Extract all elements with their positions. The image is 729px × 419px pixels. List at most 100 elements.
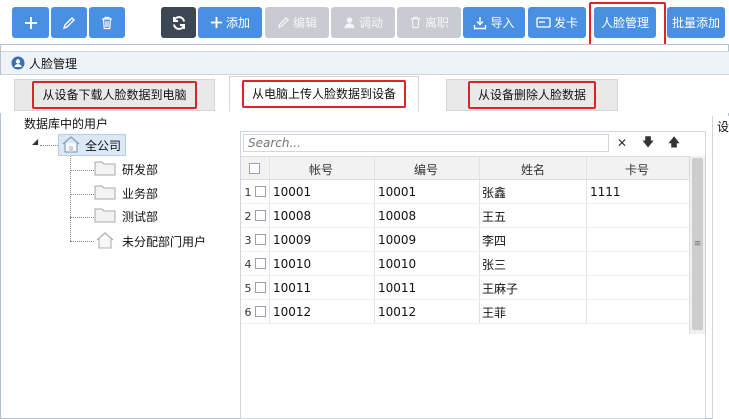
folder-icon [94,207,116,226]
row-number: 3 [244,233,252,247]
batch-add-button[interactable]: 批量添加 [667,7,725,38]
table-row[interactable]: 6 10012 10012 王菲 [241,300,689,324]
import-button[interactable]: 导入 [463,7,525,38]
cell-name: 王菲 [482,305,507,320]
transfer-button[interactable]: 调动 [331,7,395,38]
tab-bar: 从设备下载人脸数据到电脑 从电脑上传人脸数据到设备 从设备删除人脸数据 [0,75,729,113]
col-header-card[interactable]: 卡号 [586,157,688,181]
app-root: 添加 编辑 调动 离职 导入 发卡 人脸管理 批量添加 人脸管理 从设备下载人脸… [0,0,729,419]
add-label: 添加 [225,16,250,30]
users-grid: ✕ 🡇 🡅 帐号 编号 姓名 卡号 1 10001 10001 张鑫 1111 … [240,131,706,419]
col-header-account[interactable]: 帐号 [269,157,373,181]
right-panel-label: 设 [717,120,729,134]
issue-card-button[interactable]: 发卡 [528,7,586,38]
cell-account: 10001 [273,185,312,199]
cell-name: 李四 [482,233,507,248]
cell-account: 10008 [273,209,312,223]
user-circle-icon [11,56,25,70]
clear-icon[interactable]: ✕ [615,136,629,150]
tree-item-label: 测试部 [122,210,159,224]
edit-button[interactable]: 编辑 [265,7,329,38]
tree-toggle[interactable]: ◢ [32,137,38,146]
home-outline-icon [94,231,116,252]
scrollbar-thumb[interactable]: ≡ [692,158,703,330]
tab-upload[interactable]: 从电脑上传人脸数据到设备 [229,76,419,112]
card-icon [536,16,551,29]
table-row[interactable]: 4 10010 10010 张三 [241,252,689,276]
cell-id: 10010 [378,257,417,271]
grid-header: 帐号 编号 姓名 卡号 [241,156,689,180]
search-input[interactable] [243,134,609,152]
plus-icon [24,16,38,30]
tree-connector [70,241,94,242]
add-icon-button[interactable] [12,7,49,38]
pencil-icon [62,16,76,30]
window-title: 人脸管理 [29,56,78,71]
table-row[interactable]: 1 10001 10001 张鑫 1111 [241,180,689,204]
vertical-scrollbar[interactable]: ≡ [689,156,705,334]
face-manage-button[interactable]: 人脸管理 [594,7,656,38]
row-checkbox[interactable] [255,258,266,269]
tree-root-node[interactable]: 全公司 [58,134,127,156]
tree-item-dept[interactable]: 业务部 [94,184,158,203]
resign-button[interactable]: 离职 [397,7,461,38]
cell-name: 王五 [482,209,507,224]
refresh-button[interactable] [161,7,196,38]
cell-card: 1111 [590,185,621,199]
tab-download[interactable]: 从设备下载人脸数据到电脑 [14,79,215,111]
download-icon [473,16,487,30]
row-checkbox[interactable] [255,234,266,245]
cell-id: 10011 [378,281,417,295]
row-checkbox[interactable] [255,210,266,221]
cell-name: 张三 [482,257,507,272]
user-icon [343,16,356,29]
tree-connector [70,170,94,171]
arrow-down-icon[interactable]: 🡇 [641,135,655,150]
row-checkbox[interactable] [255,186,266,197]
tab-upload-label: 从电脑上传人脸数据到设备 [241,80,406,108]
tab-download-label: 从设备下载人脸数据到电脑 [32,81,197,109]
select-all-checkbox[interactable] [249,163,260,174]
right-panel: 设 [712,116,729,419]
resign-label: 离职 [424,16,449,30]
row-checkbox[interactable] [255,306,266,317]
cell-id: 10009 [378,233,417,247]
delete-icon-button[interactable] [89,7,125,38]
table-row[interactable]: 5 10011 10011 王麻子 [241,276,689,300]
cell-id: 10012 [378,305,417,319]
trash-icon [100,16,114,30]
row-checkbox[interactable] [255,282,266,293]
table-row[interactable]: 3 10009 10009 李四 [241,228,689,252]
folder-icon [94,160,116,179]
add-button[interactable]: 添加 [198,7,262,38]
edit-icon-button[interactable] [51,7,87,38]
tree-connector [70,155,71,241]
row-number: 4 [244,257,252,271]
cell-id: 10008 [378,209,417,223]
face-manage-label: 人脸管理 [600,16,649,30]
batch-add-label: 批量添加 [671,16,720,30]
folder-icon [94,184,116,203]
col-header-name[interactable]: 姓名 [479,157,587,181]
transfer-label: 调动 [358,16,383,30]
cell-account: 10009 [273,233,312,247]
tree-connector [70,217,94,218]
tree-item-label: 未分配部门用户 [122,235,207,249]
window-titlebar: 人脸管理 [1,51,729,75]
tree-item-dept[interactable]: 研发部 [94,160,158,179]
row-number: 2 [244,209,252,223]
issue-card-label: 发卡 [553,16,578,30]
cell-name: 王麻子 [482,281,519,296]
col-header-id[interactable]: 编号 [374,157,478,181]
tree-item-unassigned[interactable]: 未分配部门用户 [94,231,206,252]
cell-account: 10012 [273,305,312,319]
edit-label: 编辑 [292,16,317,30]
tab-delete[interactable]: 从设备删除人脸数据 [446,79,618,111]
grid-search-bar: ✕ 🡇 🡅 [241,132,705,154]
tree-item-label: 业务部 [122,187,159,201]
tree-item-dept[interactable]: 测试部 [94,207,158,226]
row-number: 1 [244,185,252,199]
collapse-arrow-icon: ◢ [32,137,39,146]
arrow-up-icon[interactable]: 🡅 [667,135,681,150]
table-row[interactable]: 2 10008 10008 王五 [241,204,689,228]
